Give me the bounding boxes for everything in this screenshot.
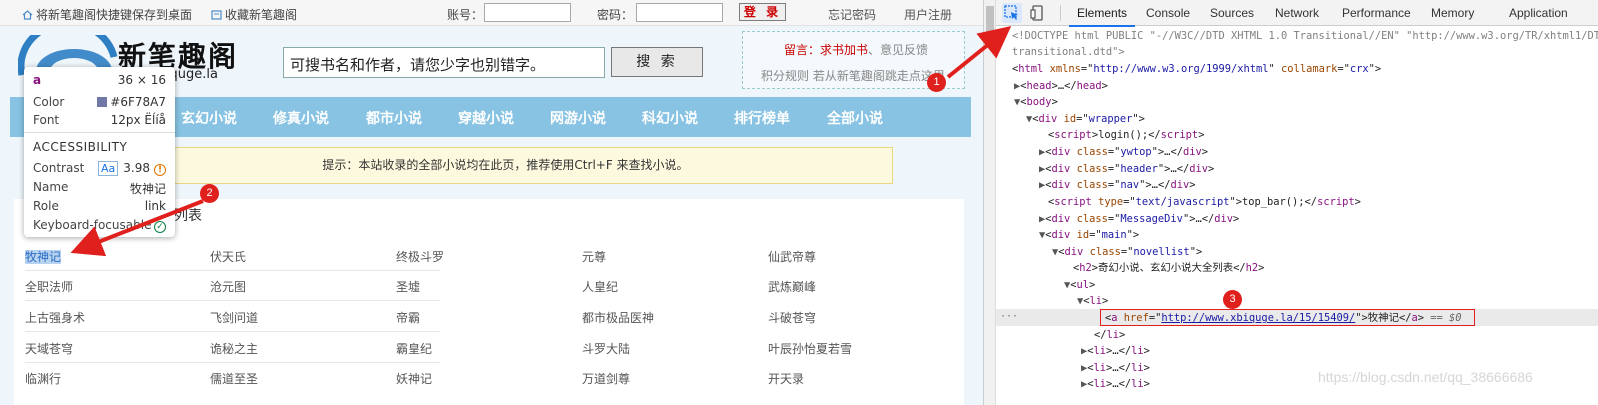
arrow-1 [946,25,1012,79]
annotation-marker-1: 1 [927,73,946,92]
annotation-marker-3: 3 [1223,290,1242,309]
annotation-marker-2: 2 [200,184,219,203]
annotation-arrows [70,25,1012,257]
arrow-2 [70,199,204,257]
